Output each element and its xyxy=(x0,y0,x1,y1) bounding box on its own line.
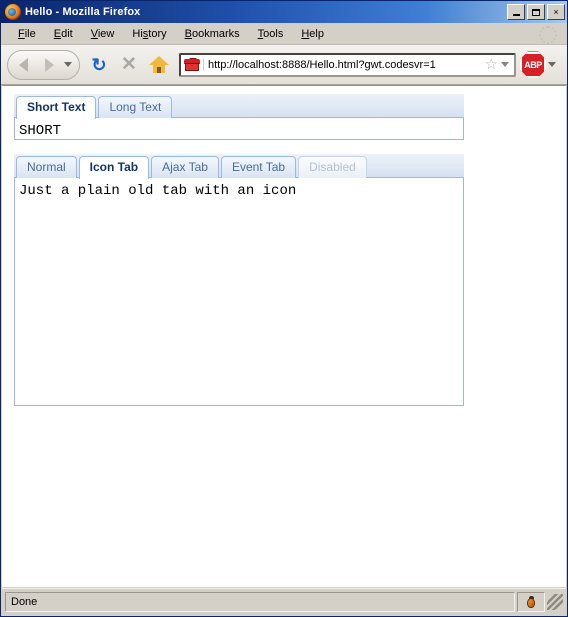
menu-item-bookmarks[interactable]: Bookmarks xyxy=(176,26,249,42)
close-icon: × xyxy=(553,6,559,17)
maximize-icon xyxy=(532,8,540,16)
menu-bar: File Edit View History Bookmarks Tools H… xyxy=(1,23,567,45)
url-bar[interactable]: http://localhost:8888/Hello.html?gwt.cod… xyxy=(179,52,516,77)
maximize-button[interactable] xyxy=(527,4,545,20)
throbber-icon xyxy=(539,26,557,44)
tab-bar-two: Normal Icon Tab Ajax Tab Event Tab Disab… xyxy=(14,154,464,179)
bookmark-star-icon[interactable]: ☆ xyxy=(485,57,498,72)
menu-item-help[interactable]: Help xyxy=(292,26,333,42)
home-icon xyxy=(149,55,169,74)
adblock-dropdown-icon[interactable] xyxy=(548,62,556,67)
firebug-bug-icon xyxy=(524,595,538,609)
urlbar-dropdown-icon[interactable] xyxy=(501,62,509,67)
home-button[interactable] xyxy=(145,51,173,79)
status-text: Done xyxy=(5,592,515,612)
reload-icon: ↻ xyxy=(91,54,107,75)
stop-button[interactable]: ✕ xyxy=(115,51,143,79)
tab-long-text[interactable]: Long Text xyxy=(98,96,173,118)
title-bar: Hello - Mozilla Firefox × xyxy=(1,1,567,23)
firebug-button[interactable] xyxy=(517,592,545,612)
tab-content-icon-tab: Just a plain old tab with an icon xyxy=(14,178,464,406)
tab-event-tab[interactable]: Event Tab xyxy=(220,156,297,178)
tab-bar-one: Short Text Long Text xyxy=(14,94,464,119)
page-content: Short Text Long Text SHORT Normal Icon T… xyxy=(2,86,566,406)
firefox-window: Hello - Mozilla Firefox × File Edit View… xyxy=(0,0,568,617)
url-input[interactable]: http://localhost:8888/Hello.html?gwt.cod… xyxy=(203,58,483,71)
tab-short-text[interactable]: Short Text xyxy=(16,96,97,119)
stop-icon: ✕ xyxy=(121,54,137,75)
reload-button[interactable]: ↻ xyxy=(85,51,113,79)
toolbox-favicon-icon xyxy=(184,57,200,72)
minimize-button[interactable] xyxy=(507,4,525,20)
minimize-icon xyxy=(512,13,520,16)
history-dropdown-icon[interactable] xyxy=(64,62,72,67)
window-controls: × xyxy=(507,4,565,20)
menu-item-view[interactable]: View xyxy=(82,26,124,42)
status-bar: Done xyxy=(2,588,566,615)
adblock-plus-icon[interactable]: ABP xyxy=(520,51,546,78)
menu-item-history[interactable]: History xyxy=(123,26,175,42)
back-forward-group xyxy=(7,49,80,80)
icon-tab-panel: Normal Icon Tab Ajax Tab Event Tab Disab… xyxy=(14,154,464,406)
tab-normal[interactable]: Normal xyxy=(16,156,77,178)
browser-viewport: Short Text Long Text SHORT Normal Icon T… xyxy=(2,85,566,587)
close-button[interactable]: × xyxy=(547,4,565,20)
tab-disabled: Disabled xyxy=(298,156,367,178)
firefox-logo-icon xyxy=(5,4,21,20)
forward-button[interactable] xyxy=(36,53,62,77)
window-title: Hello - Mozilla Firefox xyxy=(25,6,141,18)
tab-icon-tab[interactable]: Icon Tab xyxy=(78,156,150,179)
resize-grip-icon[interactable] xyxy=(547,594,563,610)
back-arrow-icon xyxy=(18,57,28,72)
navigation-toolbar: ↻ ✕ http://localhost:8888/Hello.html?gwt… xyxy=(1,45,567,85)
tab-ajax-tab[interactable]: Ajax Tab xyxy=(151,156,219,178)
back-button[interactable] xyxy=(10,53,36,77)
forward-arrow-icon xyxy=(44,57,54,72)
menu-item-edit[interactable]: Edit xyxy=(45,26,82,42)
menu-item-file[interactable]: File xyxy=(9,26,45,42)
tab-content-short-text: SHORT xyxy=(14,118,464,140)
short-long-text-panel: Short Text Long Text SHORT xyxy=(14,94,464,140)
menu-item-tools[interactable]: Tools xyxy=(249,26,293,42)
